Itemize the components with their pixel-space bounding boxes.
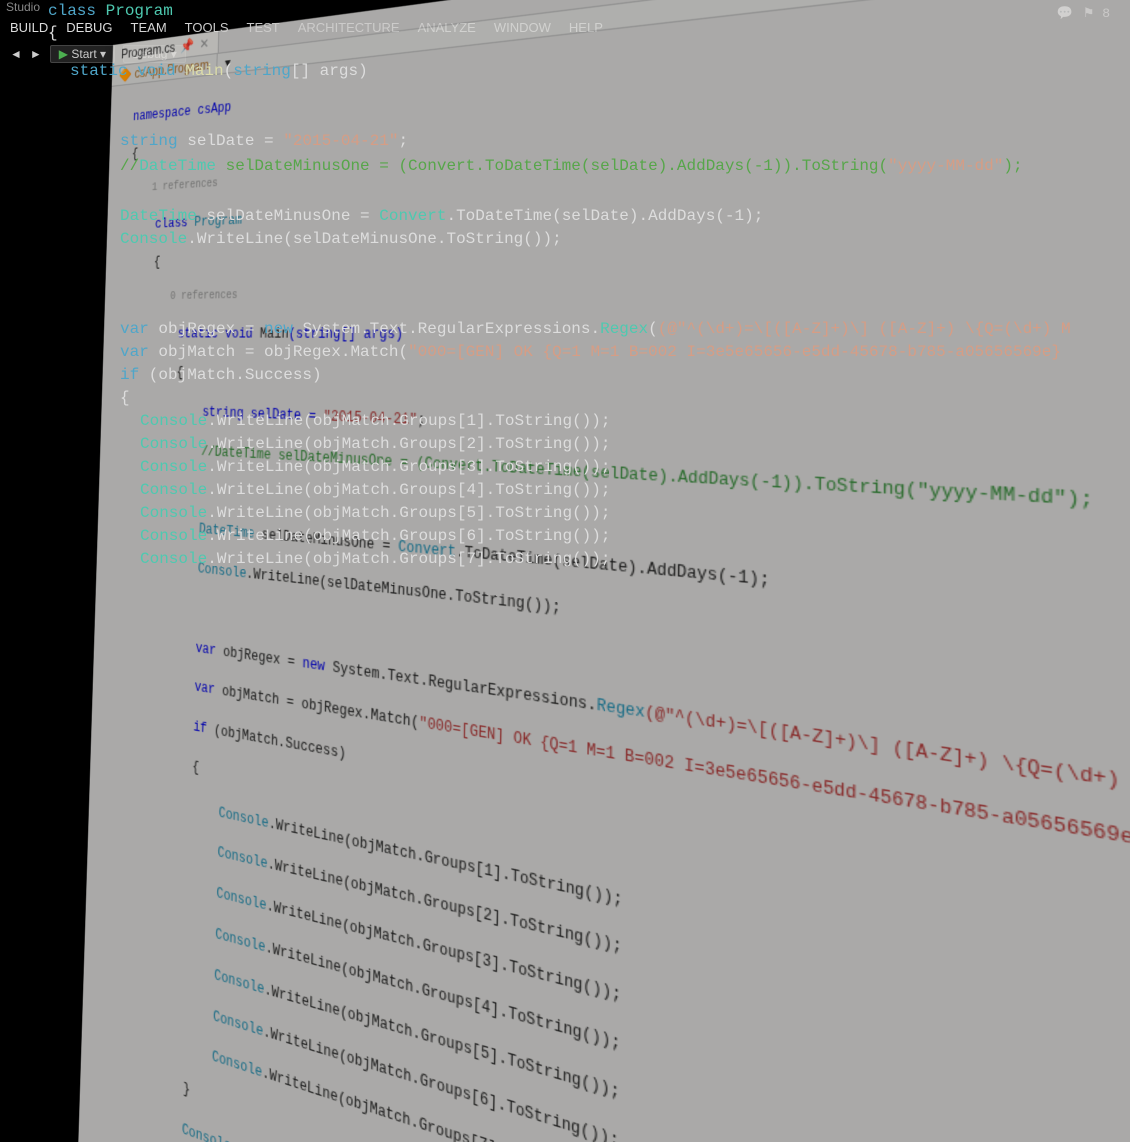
menu-debug[interactable]: DEBUG	[66, 20, 112, 35]
tab-label: Program.cs	[121, 40, 175, 62]
editor-perspective-wrap: Program.cs 📌 ✕ 🔶 csApp.Program ▾ 🔵 Main(…	[0, 70, 1130, 590]
editor-panel: Program.cs 📌 ✕ 🔶 csApp.Program ▾ 🔵 Main(…	[77, 0, 1130, 1142]
start-button[interactable]: ▶ Start ▾	[50, 45, 115, 63]
nav-back-icon[interactable]: ◄	[10, 47, 22, 61]
menu-build[interactable]: BUILD	[10, 20, 48, 35]
code-editor[interactable]: namespace csApp { 1 references class Pro…	[78, 0, 1130, 1142]
pin-icon[interactable]: 📌	[180, 37, 194, 54]
menu-team[interactable]: TEAM	[131, 20, 167, 35]
ide-window: Studio BUILD DEBUG TEAM TOOLS TEST ARCHI…	[0, 0, 1130, 67]
close-icon[interactable]: ✕	[200, 35, 210, 51]
play-icon: ▶	[59, 47, 68, 61]
nav-fwd-icon[interactable]: ►	[30, 47, 42, 61]
